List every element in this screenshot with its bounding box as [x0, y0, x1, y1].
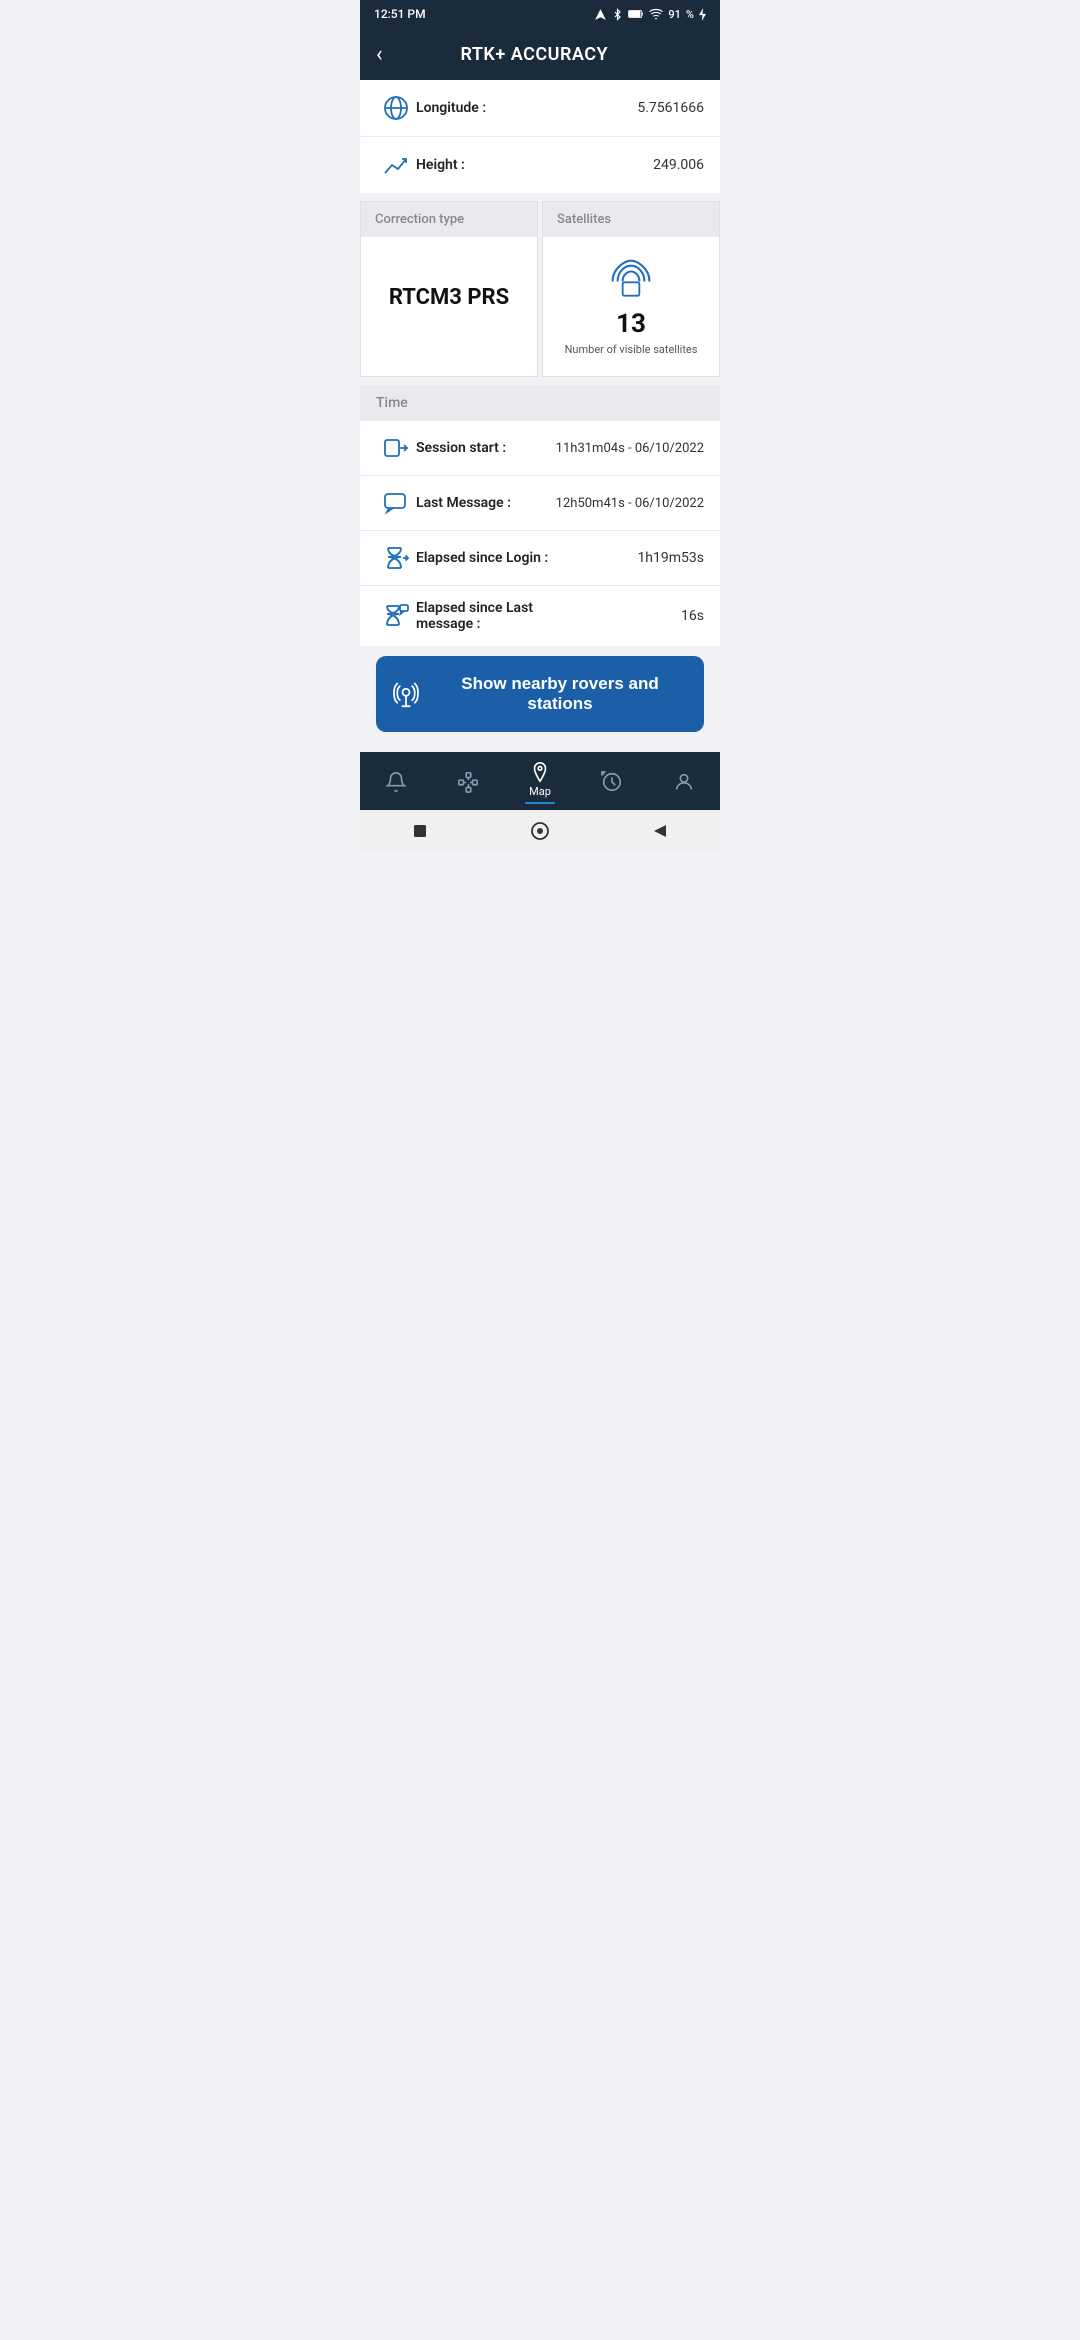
elapsed-login-value: 1h19m53s [637, 550, 704, 566]
navigation-icon [594, 8, 607, 21]
status-time: 12:51 PM [374, 7, 426, 21]
satellites-card: Satellites 13 Number of [542, 201, 720, 377]
nav-notifications[interactable] [360, 771, 432, 793]
session-start-label: Session start : [416, 440, 556, 456]
correction-type-card: Correction type RTCM3 PRS [360, 201, 538, 377]
longitude-row: Longitude : 5.7561666 [360, 80, 720, 137]
last-message-icon [376, 490, 416, 516]
sys-square-button[interactable] [409, 820, 431, 842]
time-section-label: Time [360, 385, 720, 421]
header: ‹ RTK+ ACCURACY [360, 28, 720, 80]
last-message-row: Last Message : 12h50m41s - 06/10/2022 [360, 476, 720, 531]
sys-home-button[interactable] [529, 820, 551, 842]
square-icon [412, 823, 428, 839]
height-icon [376, 151, 416, 179]
nav-profile[interactable] [648, 771, 720, 793]
satellites-count: 13 [616, 309, 646, 339]
correction-type-value: RTCM3 PRS [389, 285, 509, 310]
satellites-section-label: Satellites [543, 202, 719, 237]
height-value: 249.006 [653, 157, 704, 173]
height-row: Height : 249.006 [360, 137, 720, 193]
system-nav-bar [360, 810, 720, 852]
longitude-value: 5.7561666 [637, 100, 704, 116]
nav-map-label: Map [529, 785, 551, 798]
satellites-label: Number of visible satellites [565, 343, 698, 356]
time-card: Time Session start : 11h31m04s - 06/10/2… [360, 385, 720, 646]
height-label: Height : [416, 157, 653, 173]
map-icon [529, 761, 551, 783]
nav-connections[interactable] [432, 771, 504, 793]
bluetooth-icon [612, 8, 623, 21]
coordinates-card: Longitude : 5.7561666 Height : 249.006 [360, 80, 720, 193]
last-message-value: 12h50m41s - 06/10/2022 [556, 496, 704, 511]
home-circle-icon [531, 822, 549, 840]
show-nearby-button[interactable]: Show nearby rovers and stations [376, 656, 704, 732]
nav-map[interactable]: Map [504, 761, 576, 804]
elapsed-last-msg-row: Elapsed since Last message : 16s [360, 586, 720, 646]
back-triangle-icon [651, 822, 669, 840]
profile-icon [673, 771, 695, 793]
session-start-value: 11h31m04s - 06/10/2022 [556, 441, 704, 456]
correction-type-section-label: Correction type [361, 202, 537, 237]
bottom-nav: Map [360, 752, 720, 810]
page-title: RTK+ ACCURACY [395, 44, 674, 65]
session-start-icon [376, 435, 416, 461]
correction-satellites-section: Correction type RTCM3 PRS Satellites [360, 201, 720, 377]
elapsed-last-msg-label: Elapsed since Last message : [416, 600, 681, 632]
battery-icon [628, 9, 644, 19]
history-icon [601, 771, 623, 793]
status-icons: 91 % [594, 8, 706, 21]
back-button[interactable]: ‹ [376, 42, 383, 67]
nav-history[interactable] [576, 771, 648, 793]
elapsed-login-label: Elapsed since Login : [416, 550, 637, 566]
satellite-signal-icon [606, 257, 656, 301]
status-bar: 12:51 PM 91 % [360, 0, 720, 28]
elapsed-last-msg-icon [376, 603, 416, 629]
elapsed-last-msg-value: 16s [681, 608, 704, 624]
battery-percent: 91 [668, 8, 681, 21]
connections-icon [457, 771, 479, 793]
session-start-row: Session start : 11h31m04s - 06/10/2022 [360, 421, 720, 476]
satellites-content: 13 Number of visible satellites [543, 237, 719, 376]
show-nearby-label: Show nearby rovers and stations [432, 674, 688, 714]
wifi-icon [649, 8, 663, 20]
elapsed-login-row: Elapsed since Login : 1h19m53s [360, 531, 720, 586]
charging-icon [699, 8, 706, 21]
bell-icon [385, 771, 407, 793]
elapsed-login-icon [376, 545, 416, 571]
longitude-label: Longitude : [416, 100, 637, 116]
last-message-label: Last Message : [416, 495, 556, 511]
main-content: Longitude : 5.7561666 Height : 249.006 C… [360, 80, 720, 752]
correction-type-content: RTCM3 PRS [361, 237, 537, 357]
sys-back-button[interactable] [649, 820, 671, 842]
longitude-icon [376, 94, 416, 122]
tower-icon [392, 680, 420, 708]
